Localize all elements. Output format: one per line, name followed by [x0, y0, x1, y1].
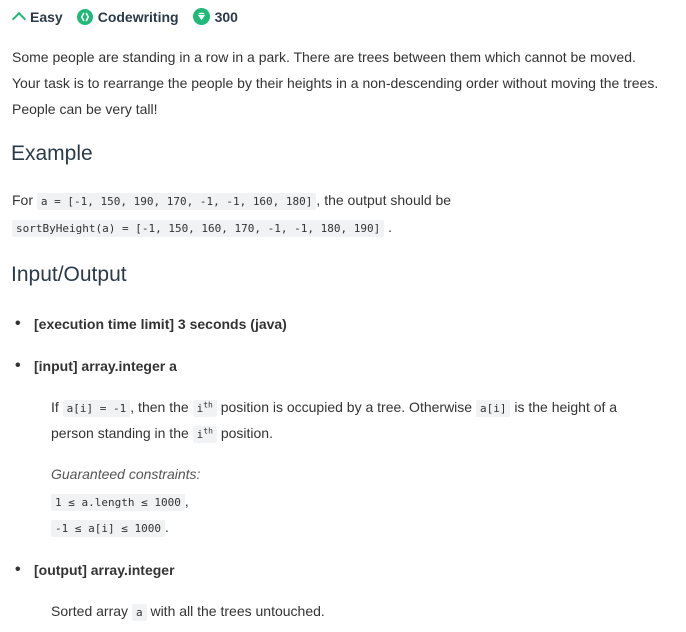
- description-line: Some people are standing in a row in a p…: [12, 49, 636, 65]
- example-heading: Example: [11, 142, 93, 165]
- example-input-code: a = [-1, 150, 190, 170, -1, -1, 160, 180…: [36, 193, 317, 210]
- output-item: [output] array.integer: [15, 561, 174, 579]
- output-text: , the output should be: [316, 192, 452, 208]
- text: If: [51, 399, 59, 415]
- text: , then the: [130, 399, 189, 415]
- text: Sorted array: [51, 603, 129, 619]
- text: is the height of a: [514, 399, 618, 415]
- difficulty-label: Easy: [30, 8, 63, 25]
- io-heading: Input/Output: [11, 263, 127, 286]
- for-text: For: [12, 192, 33, 208]
- code-a-i: a[i]: [475, 400, 511, 417]
- text: person standing in the: [51, 425, 189, 441]
- example-output-line: sortByHeight(a) = [-1, 150, 160, 170, -1…: [12, 219, 393, 237]
- input-description-line1: If a[i] = -1, then the ith position is o…: [51, 399, 618, 417]
- task-description-panel: Easy Codewriting 300 Some people are sta…: [0, 0, 686, 632]
- difficulty-badge: Easy: [11, 8, 63, 27]
- constraint-1-code: 1 ≤ a.length ≤ 1000: [51, 494, 185, 511]
- example-output-code: sortByHeight(a) = [-1, 150, 160, 170, -1…: [12, 220, 385, 237]
- task-meta-bar: Easy Codewriting 300: [11, 8, 252, 27]
- th-text: th: [203, 400, 213, 410]
- code-ith: ith: [192, 426, 217, 443]
- period: .: [388, 219, 393, 235]
- time-limit-item: [execution time limit] 3 seconds (java): [15, 315, 287, 333]
- gem-icon: [192, 8, 210, 25]
- codewriting-icon: [76, 8, 93, 25]
- constraint-2: -1 ≤ a[i] ≤ 1000.: [51, 519, 169, 537]
- constraints-label: Guaranteed constraints:: [51, 466, 201, 482]
- description-line: People can be very tall!: [12, 101, 158, 117]
- output-description: Sorted array a with all the trees untouc…: [51, 603, 325, 621]
- constraint-2-code: -1 ≤ a[i] ≤ 1000: [51, 520, 165, 537]
- points-label: 300: [214, 8, 238, 25]
- text: position is occupied by a tree. Otherwis…: [220, 399, 473, 415]
- constraint-1: 1 ≤ a.length ≤ 1000,: [51, 493, 189, 511]
- input-description-line2: person standing in the ith position.: [51, 425, 273, 443]
- code-a: a: [131, 604, 147, 621]
- text: with all the trees untouched.: [150, 603, 325, 619]
- description-line: Your task is to rearrange the people by …: [12, 75, 659, 91]
- chevron-up-icon: [11, 11, 27, 27]
- category-label: Codewriting: [97, 8, 179, 25]
- category-badge: Codewriting: [76, 8, 179, 25]
- code-a-i-eq: a[i] = -1: [62, 400, 131, 417]
- code-ith: ith: [192, 400, 217, 417]
- input-item: [input] array.integer a: [15, 357, 177, 375]
- text: position.: [220, 425, 273, 441]
- example-input-line: For a = [-1, 150, 190, 170, -1, -1, 160,…: [12, 192, 452, 210]
- points-badge: 300: [192, 8, 238, 25]
- text: ,: [184, 493, 189, 509]
- text: .: [164, 519, 169, 535]
- th-text: th: [203, 426, 213, 436]
- task-description: Some people are standing in a row in a p…: [12, 44, 682, 122]
